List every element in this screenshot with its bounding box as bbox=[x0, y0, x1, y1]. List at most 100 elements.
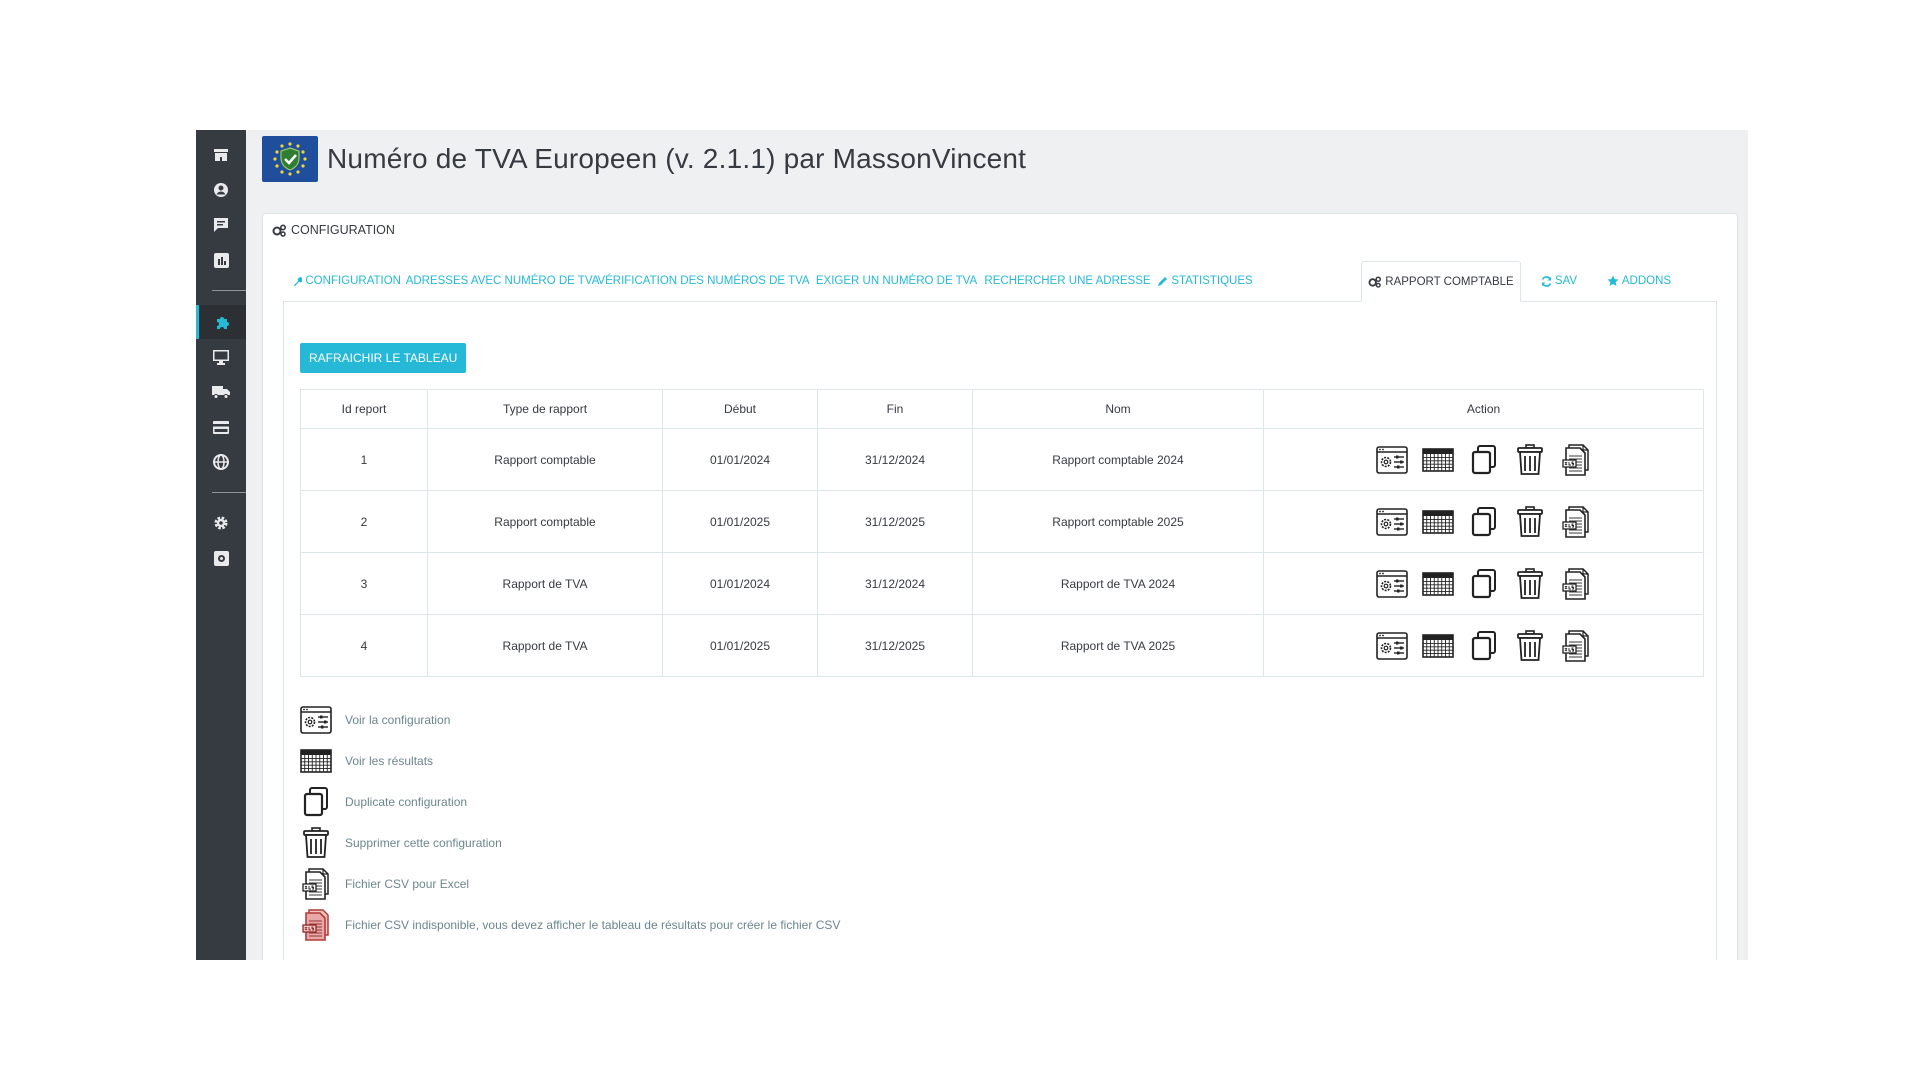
cogs-icon bbox=[272, 223, 287, 237]
trash-icon bbox=[300, 826, 332, 859]
config-view-icon[interactable] bbox=[1375, 568, 1408, 600]
column-header[interactable]: Fin bbox=[817, 389, 973, 429]
csv-file-icon[interactable] bbox=[1560, 505, 1592, 538]
tab-accounting-report[interactable]: RAPPORT COMPTABLE bbox=[1361, 261, 1521, 302]
results-grid-icon bbox=[300, 745, 332, 777]
table-row: 3 Rapport de TVA 01/01/2024 31/12/2024 Rappo… bbox=[300, 552, 1704, 615]
module-logo bbox=[262, 136, 318, 182]
results-grid-icon[interactable] bbox=[1421, 630, 1454, 662]
csv-file-icon bbox=[300, 867, 332, 900]
trash-icon[interactable] bbox=[1514, 629, 1546, 662]
config-view-icon[interactable] bbox=[1375, 444, 1408, 476]
sidebar-item-stats[interactable] bbox=[196, 243, 246, 277]
settings-box-icon bbox=[213, 550, 229, 566]
tab-search-address[interactable]: RECHERCHER UNE ADRESSE bbox=[984, 261, 1150, 301]
monitor-icon bbox=[213, 349, 229, 365]
legend-text: Duplicate configuration bbox=[345, 794, 468, 809]
table-cell: 01/01/2024 bbox=[662, 428, 818, 491]
row-actions bbox=[1264, 567, 1703, 600]
table-cell: 1 bbox=[300, 428, 428, 491]
row-actions bbox=[1264, 629, 1703, 662]
stats-icon bbox=[213, 252, 229, 268]
sidebar-item-advanced[interactable] bbox=[196, 541, 246, 575]
tab-addons[interactable]: ADDONS bbox=[1597, 261, 1681, 301]
column-header[interactable]: Début bbox=[662, 389, 818, 429]
sidebar-item-customers[interactable] bbox=[196, 173, 246, 207]
legend-text: Voir les résultats bbox=[345, 753, 434, 768]
table-cell: 2 bbox=[300, 490, 428, 553]
csv-file-icon[interactable] bbox=[1560, 567, 1592, 600]
table-cell: Rapport de TVA 2025 bbox=[972, 614, 1264, 677]
legend-text: Supprimer cette configuration bbox=[345, 835, 502, 850]
sidebar-item-international[interactable] bbox=[196, 445, 246, 479]
sidebar-item-settings[interactable] bbox=[196, 506, 246, 540]
action-cell bbox=[1263, 614, 1704, 677]
duplicate-icon[interactable] bbox=[1468, 506, 1500, 538]
refresh-icon bbox=[1541, 275, 1552, 287]
star-icon bbox=[1607, 275, 1619, 286]
sidebar-item-modules[interactable] bbox=[196, 305, 246, 339]
tab-statistics[interactable]: STATISTIQUES bbox=[1155, 261, 1255, 301]
user-icon bbox=[214, 183, 228, 197]
csv-file-icon[interactable] bbox=[1560, 443, 1592, 476]
column-header[interactable]: Id report bbox=[300, 389, 428, 429]
configuration-panel: CONFIGURATION CONFIGURATION ADRESSES AVE… bbox=[262, 213, 1738, 960]
trash-icon[interactable] bbox=[1514, 443, 1546, 476]
icon-legend: Voir la configuration Voir les résultats D… bbox=[300, 699, 840, 945]
duplicate-icon[interactable] bbox=[1468, 444, 1500, 476]
panel-heading: CONFIGURATION bbox=[263, 214, 1737, 246]
pencil-icon bbox=[1158, 276, 1168, 286]
legend-item: Fichier CSV indisponible, vous devez aff… bbox=[300, 904, 840, 945]
legend-item: Voir les résultats bbox=[300, 740, 840, 781]
table-cell: Rapport de TVA 2024 bbox=[972, 552, 1264, 615]
legend-item: Fichier CSV pour Excel bbox=[300, 863, 840, 904]
tab-support[interactable]: SAV bbox=[1531, 261, 1587, 301]
column-header[interactable]: Type de rapport bbox=[427, 389, 663, 429]
config-view-icon[interactable] bbox=[1375, 506, 1408, 538]
config-view-icon[interactable] bbox=[1375, 630, 1408, 662]
tab-bar: CONFIGURATION ADRESSES AVEC NUMÉRO DE TV… bbox=[283, 261, 1717, 302]
page-title: Numéro de TVA Europeen (v. 2.1.1) par Ma… bbox=[327, 143, 1027, 174]
config-view-icon bbox=[300, 704, 332, 736]
legend-text: Voir la configuration bbox=[345, 712, 451, 727]
table-cell: 4 bbox=[300, 614, 428, 677]
store-icon bbox=[214, 149, 228, 161]
table-cell: Rapport comptable bbox=[427, 490, 663, 553]
sidebar-divider bbox=[212, 492, 246, 493]
table-cell: Rapport de TVA bbox=[427, 552, 663, 615]
tab-configuration[interactable]: CONFIGURATION bbox=[293, 261, 401, 301]
refresh-table-button[interactable]: RAFRAICHIR LE TABLEAU bbox=[300, 343, 467, 373]
duplicate-icon[interactable] bbox=[1468, 630, 1500, 662]
globe-icon bbox=[213, 454, 229, 470]
column-header: Action bbox=[1263, 389, 1704, 429]
trash-icon[interactable] bbox=[1514, 567, 1546, 600]
column-header[interactable]: Nom bbox=[972, 389, 1264, 429]
results-grid-icon[interactable] bbox=[1421, 506, 1454, 538]
table-cell: 31/12/2025 bbox=[817, 490, 973, 553]
action-cell bbox=[1263, 552, 1704, 615]
table-header-row: Id report Type de rapport Début Fin Nom … bbox=[300, 389, 1704, 429]
sidebar-item-shipping[interactable] bbox=[196, 375, 246, 409]
tab-require-vat[interactable]: EXIGER UN NUMÉRO DE TVA bbox=[813, 261, 977, 301]
sidebar-item-orders[interactable] bbox=[196, 138, 246, 172]
table-cell: Rapport comptable 2025 bbox=[972, 490, 1264, 553]
csv-file-icon[interactable] bbox=[1560, 629, 1592, 662]
results-grid-icon[interactable] bbox=[1421, 444, 1454, 476]
tab-content: RAFRAICHIR LE TABLEAU Id report Type de … bbox=[283, 301, 1717, 960]
tab-addresses-with-vat[interactable]: ADRESSES AVEC NUMÉRO DE TVA bbox=[406, 261, 600, 301]
sidebar bbox=[196, 130, 246, 960]
legend-item: Duplicate configuration bbox=[300, 781, 840, 822]
table-row: 2 Rapport comptable 01/01/2025 31/12/2025 Ra… bbox=[300, 490, 1704, 553]
sidebar-item-payment[interactable] bbox=[196, 410, 246, 444]
duplicate-icon[interactable] bbox=[1468, 568, 1500, 600]
cogs-icon bbox=[1368, 275, 1382, 288]
trash-icon[interactable] bbox=[1514, 505, 1546, 538]
sidebar-item-messages[interactable] bbox=[196, 208, 246, 242]
row-actions bbox=[1264, 443, 1703, 476]
shield-check-icon bbox=[273, 142, 307, 176]
report-table: Id report Type de rapport Début Fin Nom … bbox=[300, 389, 1704, 677]
sidebar-item-design[interactable] bbox=[196, 340, 246, 374]
results-grid-icon[interactable] bbox=[1421, 568, 1454, 600]
tab-vat-verification[interactable]: VÉRIFICATION DES NUMÉROS DE TVA bbox=[597, 261, 809, 301]
csv-unavailable-icon bbox=[300, 908, 332, 941]
